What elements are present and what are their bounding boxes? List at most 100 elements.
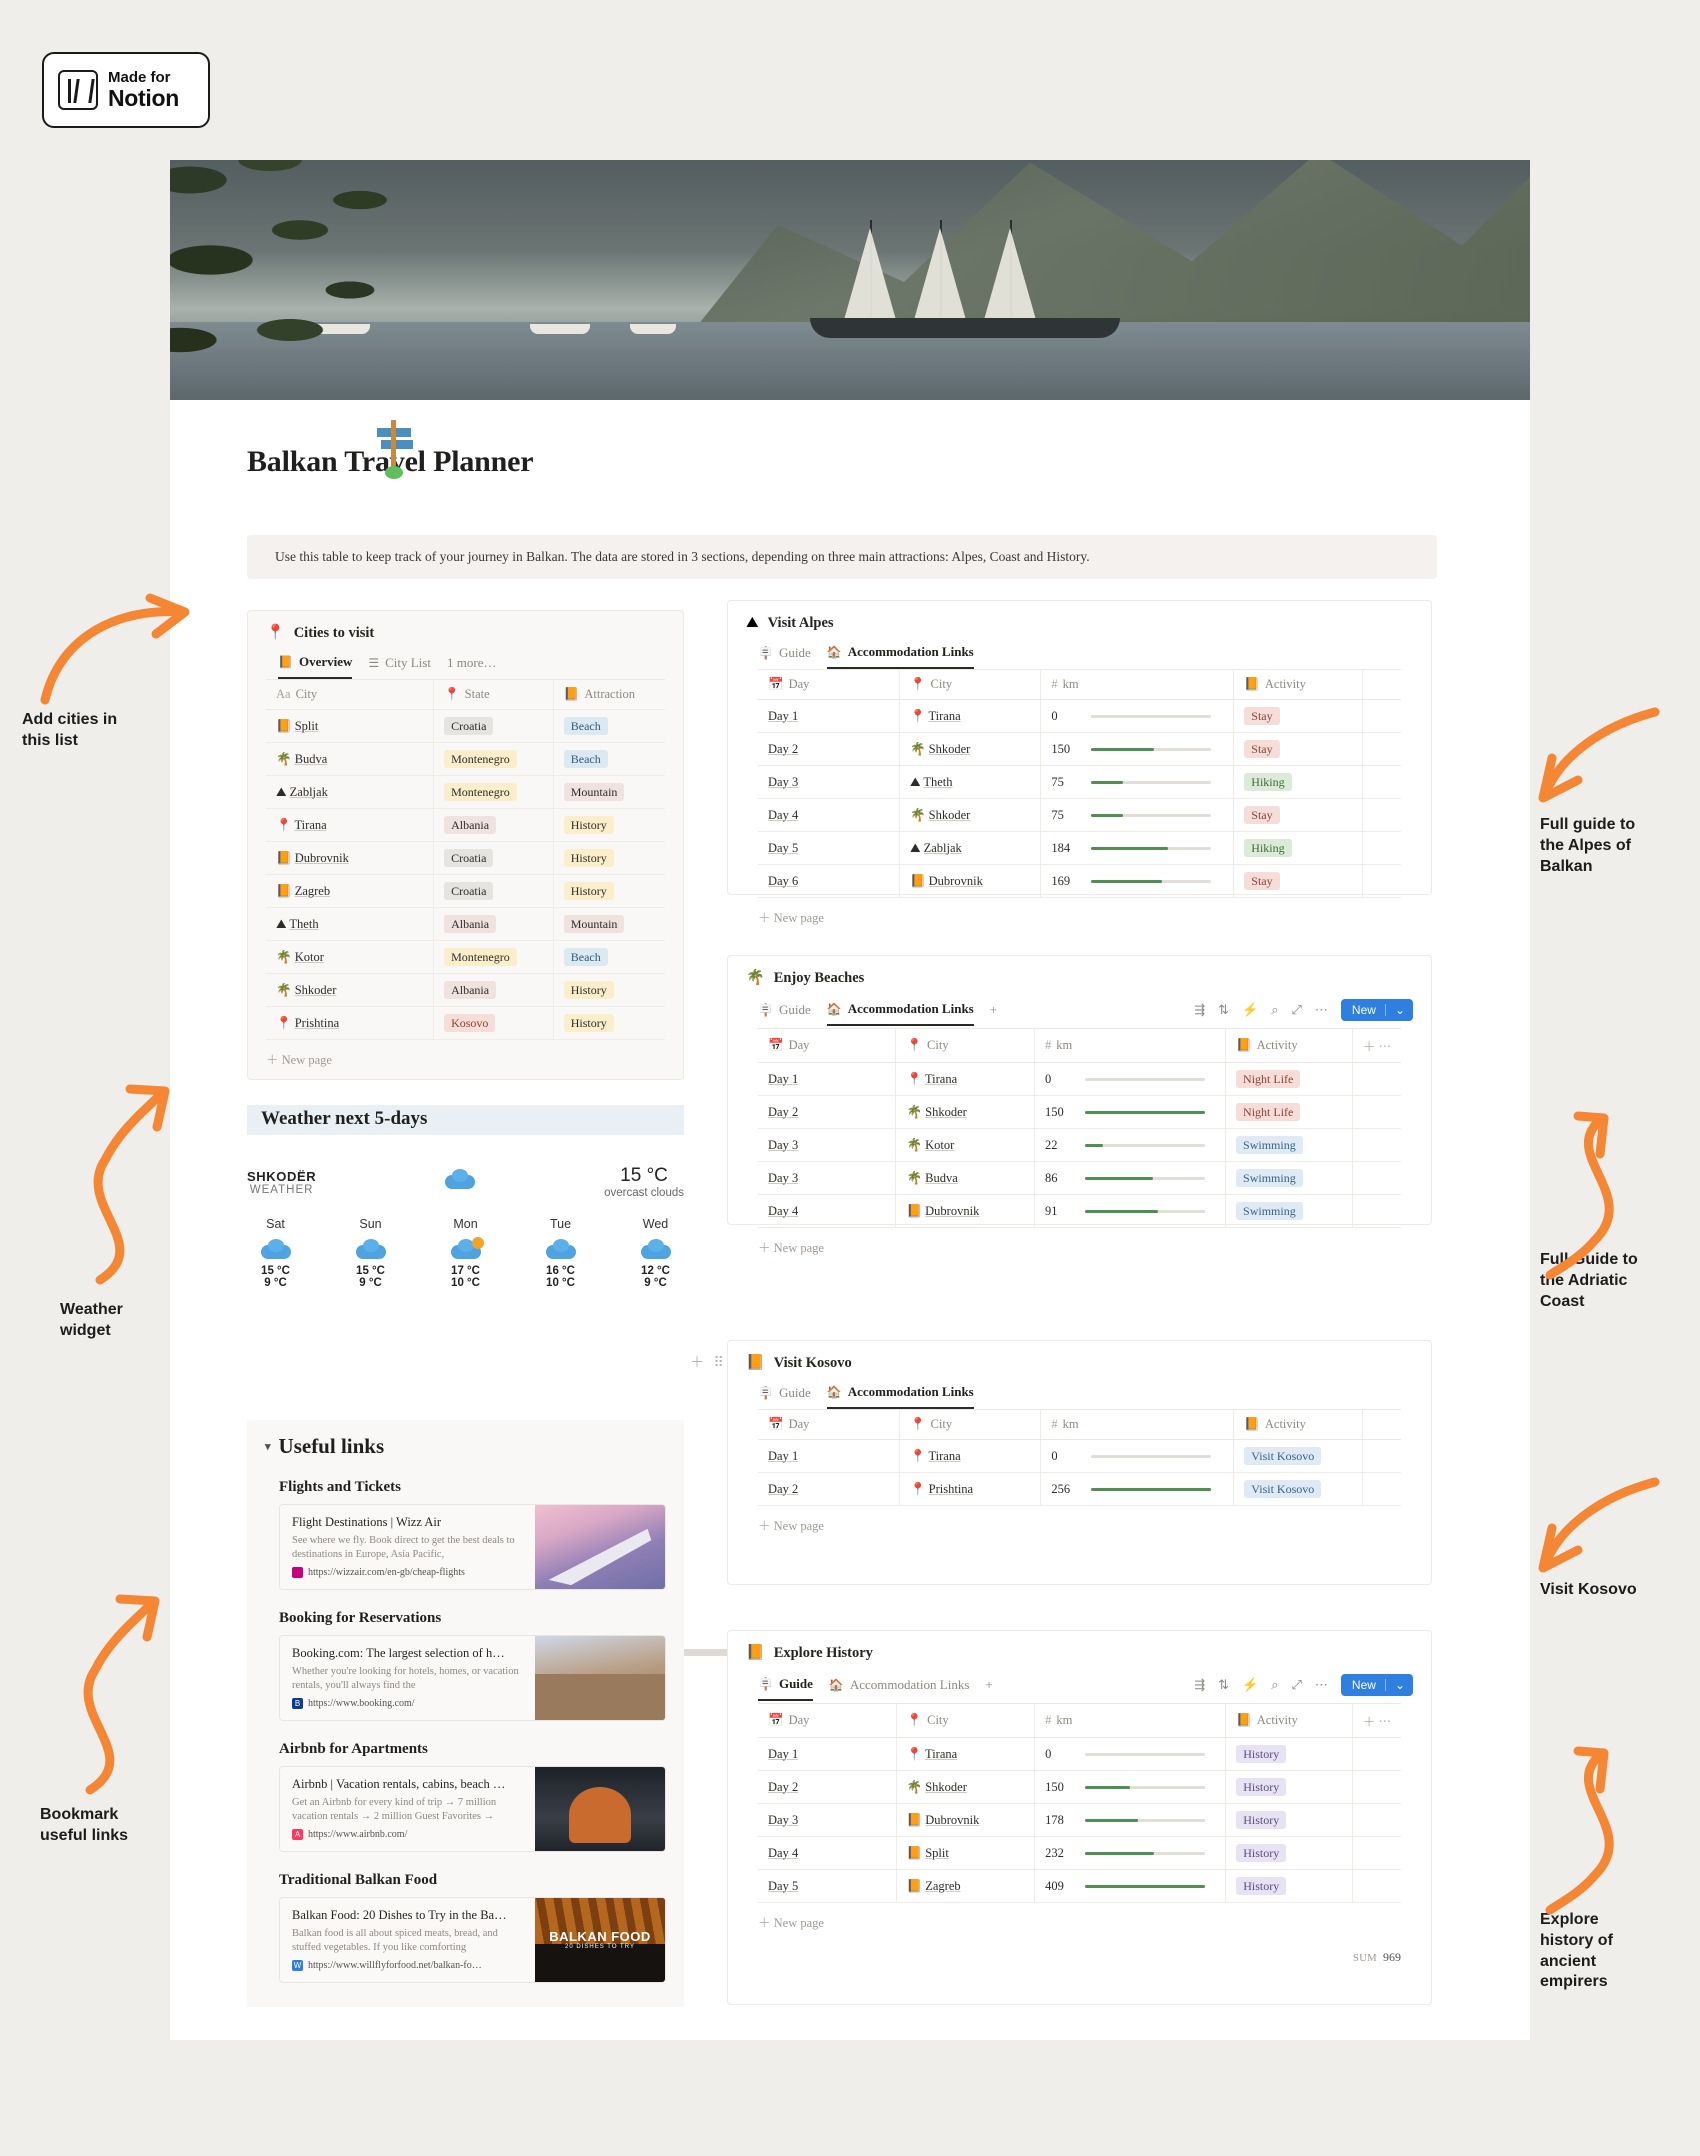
cell-day[interactable]: Day 5 xyxy=(758,1869,897,1903)
column-activity[interactable]: 📙 Activity xyxy=(1225,1028,1353,1063)
cell-day[interactable]: Day 1 xyxy=(758,1062,897,1096)
table-row[interactable]: Day 1 📍 Tirana 0 Visit Kosovo xyxy=(758,1439,1401,1473)
cities-new-page-button[interactable]: ＋ New page xyxy=(248,1040,683,1077)
expand-icon[interactable]: ⤢ xyxy=(1292,1002,1302,1018)
tab-overview[interactable]: 📙 Overview xyxy=(278,654,353,679)
cell-city[interactable]: 📍 Tirana xyxy=(895,1062,1035,1096)
more-icon[interactable]: ⋯ xyxy=(1315,1002,1328,1018)
column-activity[interactable]: 📙 Activity xyxy=(1225,1703,1353,1738)
cell-state[interactable]: Montenegro xyxy=(433,775,554,809)
table-row[interactable]: Day 3 🌴 Kotor 22 Swimming xyxy=(758,1128,1401,1162)
cell-km[interactable]: 150 xyxy=(1034,1770,1227,1804)
block-handle[interactable]: ＋ ⠿ xyxy=(690,1352,727,1372)
column-km[interactable]: # km xyxy=(1040,1409,1235,1440)
cell-day[interactable]: Day 4 xyxy=(758,798,900,832)
cell-activity[interactable]: Stay xyxy=(1233,699,1363,733)
bookmark-card[interactable]: Balkan Food: 20 Dishes to Try in the Ba…… xyxy=(279,1897,666,1983)
cell-day[interactable]: Day 3 xyxy=(758,1128,897,1162)
cell-state[interactable]: Albania xyxy=(433,808,554,842)
bookmark-url[interactable]: Bhttps://www.booking.com/ xyxy=(292,1698,523,1710)
cell-state[interactable]: Croatia xyxy=(433,841,554,875)
cell-day[interactable]: Day 3 xyxy=(758,1803,897,1837)
cell-state[interactable]: Albania xyxy=(433,907,554,941)
column-km[interactable]: # km xyxy=(1034,1028,1227,1063)
cell-city[interactable]: 📍 Tirana xyxy=(266,808,435,842)
table-row[interactable]: Day 4 📙 Split 232 History xyxy=(758,1836,1401,1870)
column-city[interactable]: 📍 City xyxy=(896,1703,1036,1738)
cell-city[interactable]: ⛰ Zabljak xyxy=(899,831,1042,865)
cell-city[interactable]: 🌴 Budva xyxy=(266,742,435,776)
cell-city[interactable]: 📙 Dubrovnik xyxy=(266,841,435,875)
cell-city[interactable]: 🌴 Shkoder xyxy=(896,1770,1036,1804)
table-row[interactable]: Day 1 📍 Tirana 0 History xyxy=(758,1737,1401,1771)
chevron-down-icon[interactable]: ▾ xyxy=(265,1440,271,1453)
cell-state[interactable]: Kosovo xyxy=(433,1006,554,1040)
cell-activity[interactable]: Visit Kosovo xyxy=(1233,1439,1363,1473)
cell-city[interactable]: 🌴 Shkoder xyxy=(266,973,435,1007)
cell-km[interactable]: 409 xyxy=(1034,1869,1227,1903)
cell-km[interactable]: 150 xyxy=(1040,732,1235,766)
cell-km[interactable]: 232 xyxy=(1034,1836,1227,1870)
cell-state[interactable]: Croatia xyxy=(433,709,554,743)
cell-city[interactable]: 📍 Prishtina xyxy=(899,1472,1042,1506)
cell-attraction[interactable]: Mountain xyxy=(553,907,665,941)
column-city[interactable]: 📍 City xyxy=(899,669,1042,700)
cell-day[interactable]: Day 3 xyxy=(758,765,900,799)
cell-day[interactable]: Day 1 xyxy=(758,1737,897,1771)
tab-city-list[interactable]: ☰ City List xyxy=(368,655,431,678)
table-row[interactable]: 📍 Tirana Albania History xyxy=(266,808,665,842)
tab-guide[interactable]: 🪧 Guide xyxy=(758,645,811,668)
cell-city[interactable]: ⛰ Theth xyxy=(899,765,1042,799)
table-row[interactable]: Day 4 📙 Dubrovnik 91 Swimming xyxy=(758,1194,1401,1228)
tab-guide[interactable]: 🪧 Guide xyxy=(758,1676,813,1701)
search-icon[interactable]: ⌕ xyxy=(1271,1677,1278,1693)
column-km[interactable]: # km xyxy=(1040,669,1235,700)
bookmark-card[interactable]: Airbnb | Vacation rentals, cabins, beach… xyxy=(279,1766,666,1852)
cell-state[interactable]: Montenegro xyxy=(433,742,554,776)
cell-km[interactable]: 0 xyxy=(1040,699,1235,733)
table-row[interactable]: 📙 Zagreb Croatia History xyxy=(266,874,665,908)
cell-city[interactable]: 📙 Zagreb xyxy=(896,1869,1036,1903)
cell-city[interactable]: 📍 Tirana xyxy=(896,1737,1036,1771)
table-row[interactable]: Day 5 📙 Zagreb 409 History xyxy=(758,1869,1401,1903)
cell-city[interactable]: 🌴 Shkoder xyxy=(895,1095,1035,1129)
cell-city[interactable]: 📙 Zagreb xyxy=(266,874,435,908)
filter-icon[interactable]: ⇶ xyxy=(1194,1677,1205,1693)
cell-state[interactable]: Croatia xyxy=(433,874,554,908)
bookmark-url[interactable]: Ahttps://www.airbnb.com/ xyxy=(292,1829,523,1841)
tab-accommodation-links[interactable]: 🏠 Accommodation Links xyxy=(829,1677,969,1700)
cell-attraction[interactable]: Mountain xyxy=(553,775,665,809)
cell-km[interactable]: 0 xyxy=(1040,1439,1235,1473)
cell-km[interactable]: 75 xyxy=(1040,765,1235,799)
tab-guide[interactable]: 🪧 Guide xyxy=(758,1385,811,1408)
cell-day[interactable]: Day 2 xyxy=(758,732,900,766)
table-row[interactable]: Day 1 📍 Tirana 0 Stay xyxy=(758,699,1401,733)
add-column-button[interactable]: ＋ ⋯ xyxy=(1352,1703,1401,1738)
new-button[interactable]: New ⌄ xyxy=(1340,999,1413,1021)
column-day[interactable]: 📅 Day xyxy=(758,1703,897,1738)
cell-attraction[interactable]: History xyxy=(553,841,665,875)
tab-accommodation-links[interactable]: 🏠 Accommodation Links xyxy=(826,644,974,669)
cell-km[interactable]: 75 xyxy=(1040,798,1235,832)
table-row[interactable]: 📍 Prishtina Kosovo History xyxy=(266,1006,665,1040)
table-row[interactable]: 🌴 Budva Montenegro Beach xyxy=(266,742,665,776)
automation-icon[interactable]: ⚡ xyxy=(1242,1677,1258,1693)
cell-km[interactable]: 91 xyxy=(1034,1194,1227,1228)
cell-activity[interactable]: Stay xyxy=(1233,798,1363,832)
tab-accommodation-links[interactable]: 🏠 Accommodation Links xyxy=(826,1384,974,1409)
cell-attraction[interactable]: Beach xyxy=(553,940,665,974)
cell-activity[interactable]: Swimming xyxy=(1225,1194,1353,1228)
automation-icon[interactable]: ⚡ xyxy=(1242,1002,1258,1018)
cell-day[interactable]: Day 4 xyxy=(758,1194,897,1228)
cell-activity[interactable]: History xyxy=(1225,1737,1353,1771)
cell-city[interactable]: 📙 Dubrovnik xyxy=(895,1194,1035,1228)
cell-day[interactable]: Day 2 xyxy=(758,1095,897,1129)
bookmark-card[interactable]: Booking.com: The largest selection of h…… xyxy=(279,1635,666,1721)
cell-city[interactable]: 🌴 Kotor xyxy=(266,940,435,974)
table-row[interactable]: Day 3 📙 Dubrovnik 178 History xyxy=(758,1803,1401,1837)
column-activity[interactable]: 📙 Activity xyxy=(1233,669,1363,700)
cell-activity[interactable]: Swimming xyxy=(1225,1161,1353,1195)
sort-icon[interactable]: ⇅ xyxy=(1218,1677,1229,1693)
bookmark-url[interactable]: Whttps://www.willflyforfood.net/balkan-f… xyxy=(292,1960,523,1972)
cell-activity[interactable]: History xyxy=(1225,1836,1353,1870)
